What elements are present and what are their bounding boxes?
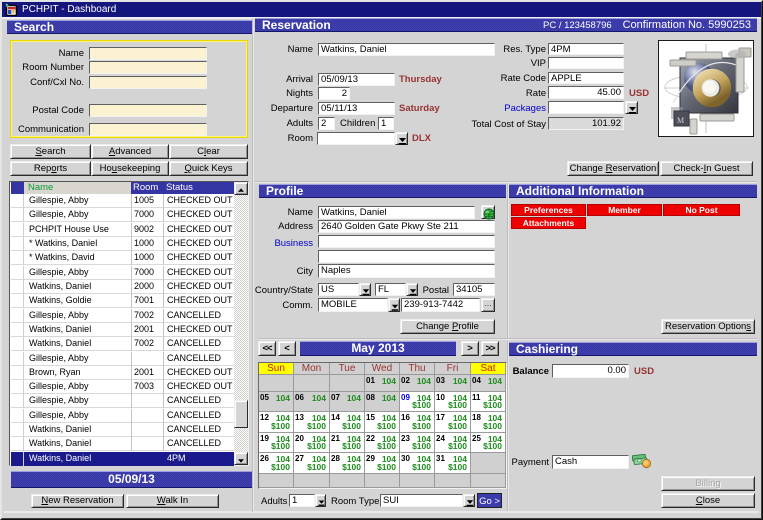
svg-text:M: M: [677, 116, 684, 125]
